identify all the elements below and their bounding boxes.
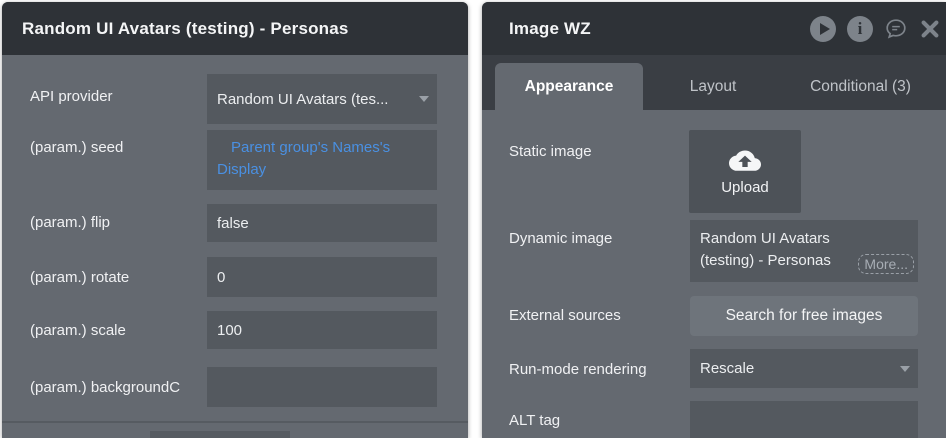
external-sources-label: External sources bbox=[509, 307, 621, 324]
left-panel-title: Random UI Avatars (testing) - Personas bbox=[22, 18, 349, 38]
right-panel-header[interactable]: Image WZ i bbox=[482, 2, 946, 55]
tab-layout[interactable]: Layout bbox=[643, 63, 783, 110]
dynamic-image-expression: Random UI Avatars (testing) - Personas bbox=[700, 230, 831, 269]
play-icon[interactable] bbox=[810, 15, 836, 42]
header-icon-group: i bbox=[810, 2, 941, 55]
run-mode-rendering-dropdown[interactable]: Rescale bbox=[690, 349, 918, 388]
api-provider-value: Random UI Avatars (tes... bbox=[217, 90, 389, 108]
alt-tag-input[interactable] bbox=[690, 401, 918, 438]
dynamic-image-field[interactable]: Random UI Avatars (testing) - Personas M… bbox=[690, 220, 918, 282]
static-image-label: Static image bbox=[509, 143, 592, 160]
seed-expression: Parent group's Names's Display bbox=[217, 139, 391, 178]
chevron-down-icon bbox=[419, 96, 429, 102]
param-rotate-label: (param.) rotate bbox=[30, 269, 130, 286]
alt-tag-label: ALT tag bbox=[509, 412, 561, 429]
close-icon[interactable] bbox=[919, 18, 941, 40]
param-rotate-input[interactable]: 0 bbox=[207, 257, 437, 297]
tab-bar: Appearance Layout Conditional (3) bbox=[482, 55, 946, 110]
param-scale-label: (param.) scale bbox=[30, 322, 126, 339]
upload-button[interactable]: Upload bbox=[689, 130, 801, 213]
left-property-editor: Random UI Avatars (testing) - Personas A… bbox=[2, 2, 468, 438]
param-flip-input[interactable]: false bbox=[207, 204, 437, 242]
info-icon[interactable]: i bbox=[847, 15, 873, 42]
param-seed-field[interactable]: Parent group's Names's Display bbox=[207, 130, 437, 190]
footer-divider bbox=[2, 421, 468, 423]
dynamic-image-label: Dynamic image bbox=[509, 230, 613, 247]
cloud-upload-icon bbox=[729, 150, 761, 171]
scale-value: 100 bbox=[217, 321, 243, 339]
api-provider-dropdown[interactable]: Random UI Avatars (tes... bbox=[207, 74, 437, 124]
rotate-value: 0 bbox=[217, 268, 226, 286]
param-backgroundc-label: (param.) backgroundC bbox=[30, 379, 181, 396]
param-flip-label: (param.) flip bbox=[30, 214, 111, 231]
comment-icon[interactable] bbox=[884, 17, 908, 41]
left-panel-header[interactable]: Random UI Avatars (testing) - Personas bbox=[2, 2, 468, 55]
search-free-images-button[interactable]: Search for free images bbox=[690, 296, 918, 336]
param-backgroundc-input[interactable] bbox=[207, 367, 437, 407]
param-scale-input[interactable]: 100 bbox=[207, 311, 437, 349]
api-provider-label: API provider bbox=[30, 88, 113, 105]
run-mode-value: Rescale bbox=[700, 360, 755, 377]
right-panel-title: Image WZ bbox=[509, 18, 591, 38]
more-button[interactable]: More... bbox=[858, 254, 914, 274]
tab-conditional[interactable]: Conditional (3) bbox=[783, 63, 938, 110]
run-mode-rendering-label: Run-mode rendering bbox=[509, 361, 647, 378]
footer-button-partial[interactable] bbox=[150, 431, 290, 438]
upload-button-label: Upload bbox=[721, 178, 769, 196]
play-triangle bbox=[819, 22, 830, 35]
flip-value: false bbox=[217, 214, 249, 232]
chevron-down-icon bbox=[900, 365, 910, 372]
tab-appearance[interactable]: Appearance bbox=[495, 63, 643, 110]
image-property-editor: Image WZ i Appearance Layout Conditional… bbox=[482, 2, 946, 438]
param-seed-label: (param.) seed bbox=[30, 139, 124, 156]
